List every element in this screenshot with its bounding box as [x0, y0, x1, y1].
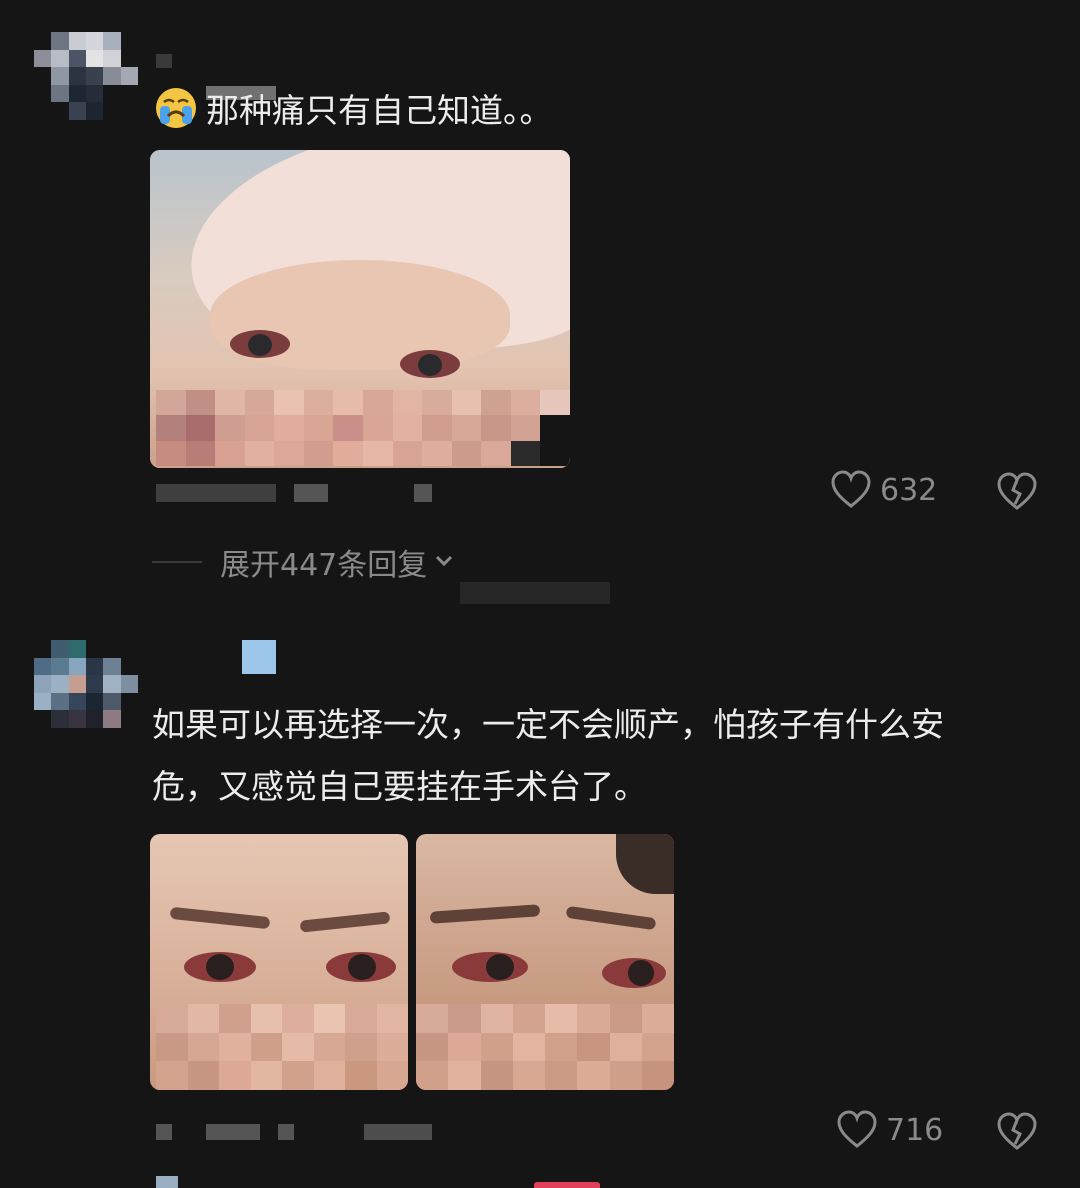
broken-heart-icon: [996, 1112, 1038, 1156]
avatar[interactable]: [34, 32, 138, 120]
comment-photo[interactable]: [150, 150, 570, 468]
comment-text-line-2: 危，又感觉自己要挂在手术台了。: [152, 767, 647, 806]
reply-button-blurred[interactable]: [278, 1124, 294, 1140]
crying-face-icon: [154, 86, 198, 130]
username-blurred[interactable]: [156, 54, 172, 68]
extra-blurred: [364, 1124, 432, 1140]
avatar[interactable]: [34, 640, 138, 728]
timestamp-blurred: [156, 1124, 172, 1140]
comment-photo-2[interactable]: [416, 834, 674, 1090]
location-blurred: [414, 484, 432, 502]
reply-button-blurred[interactable]: [294, 484, 328, 502]
like-count: 632: [880, 472, 938, 508]
divider-line: [152, 561, 202, 563]
like-button[interactable]: 632: [830, 470, 937, 510]
watermark-blurred: [460, 582, 610, 604]
username-blurred[interactable]: [242, 640, 276, 674]
chevron-down-icon: [433, 545, 455, 580]
dislike-button[interactable]: [996, 1112, 1038, 1156]
like-button[interactable]: 716: [836, 1110, 943, 1150]
heart-icon: [836, 1110, 878, 1150]
location-blurred: [206, 1124, 260, 1140]
next-comment-avatar-partial[interactable]: [156, 1176, 178, 1188]
dislike-button[interactable]: [996, 472, 1038, 516]
comment-text: 那种痛只有自己知道。。: [206, 91, 553, 130]
expand-replies-label: 展开447条回复: [220, 548, 428, 583]
like-count: 716: [886, 1112, 944, 1148]
timestamp-blurred: [156, 484, 276, 502]
comment-photo-1[interactable]: [150, 834, 408, 1090]
next-comment-badge-partial: [534, 1182, 600, 1188]
broken-heart-icon: [996, 472, 1038, 516]
comment-text-line-1: 如果可以再选择一次，一定不会顺产，怕孩子有什么安: [152, 705, 944, 744]
expand-replies-button[interactable]: 展开447条回复: [220, 540, 455, 584]
heart-icon: [830, 470, 872, 510]
